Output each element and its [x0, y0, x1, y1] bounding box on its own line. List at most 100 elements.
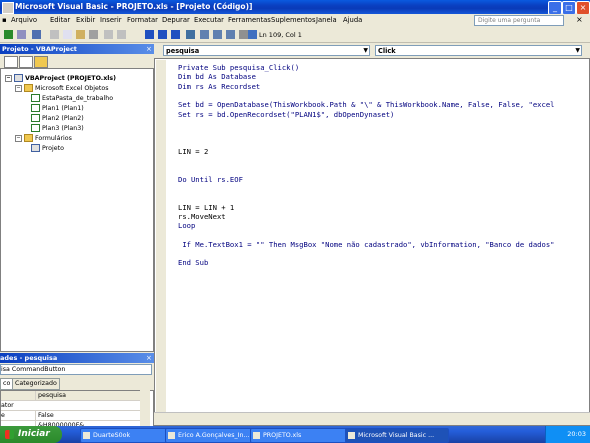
- folder-icon: [83, 432, 90, 439]
- properties-grid: pesquisa ator eFalse &H8000000F&: [0, 390, 154, 430]
- properties-close-icon[interactable]: ×: [146, 353, 154, 363]
- break-icon[interactable]: [158, 30, 167, 39]
- task-item[interactable]: DuarteS0ok: [80, 428, 174, 443]
- code-line[interactable]: LIN = 2: [178, 147, 208, 156]
- code-line[interactable]: rs.MoveNext: [178, 212, 226, 221]
- userform-icon: [31, 144, 40, 152]
- toolbox-icon[interactable]: [239, 30, 248, 39]
- property-row[interactable]: pesquisa: [1, 391, 143, 401]
- menu-editar[interactable]: Editar: [50, 16, 70, 24]
- chevron-down-icon: ▼: [363, 47, 368, 54]
- code-line[interactable]: Dim rs As Recordset: [178, 82, 260, 91]
- procedure-combo[interactable]: Click ▼: [375, 45, 582, 56]
- code-line[interactable]: Set rs = bd.OpenRecordset("PLAN1$", dbOp…: [178, 110, 394, 119]
- task-item-active[interactable]: Microsoft Visual Basic ...: [345, 428, 449, 443]
- vbaproject-icon: [14, 74, 23, 82]
- tree-root[interactable]: − VBAProject (PROJETO.xls): [5, 74, 116, 82]
- menu-exibir[interactable]: Exibir: [76, 16, 95, 24]
- folder-icon: [24, 84, 33, 92]
- chevron-down-icon: ▼: [575, 47, 580, 54]
- project-panel-title: Projeto - VBAProject: [0, 44, 154, 54]
- project-close-icon[interactable]: ×: [146, 44, 154, 54]
- task-item[interactable]: PROJETO.xls: [250, 428, 354, 443]
- start-button[interactable]: Iniciar: [0, 426, 62, 443]
- menu-ferramentas[interactable]: Ferramentas: [228, 16, 271, 24]
- tree-item-projeto-form[interactable]: Projeto: [31, 144, 64, 152]
- menu-ajuda[interactable]: Ajuda: [343, 16, 362, 24]
- properties-panel-title: ades - pesquisa: [0, 353, 154, 363]
- windows-logo-icon: [5, 430, 14, 439]
- menu-formatar[interactable]: Formatar: [127, 16, 158, 24]
- property-row[interactable]: ator: [1, 401, 143, 411]
- vb-app-icon: [2, 2, 14, 14]
- run-icon[interactable]: [145, 30, 154, 39]
- property-row[interactable]: e False: [1, 411, 143, 421]
- excel-icon: [253, 432, 260, 439]
- toggle-folders-icon[interactable]: [34, 56, 48, 68]
- view-code-icon[interactable]: [4, 56, 18, 68]
- code-line[interactable]: If Me.TextBox1 = "" Then MsgBox "Nome nã…: [178, 240, 554, 249]
- code-margin: [156, 60, 166, 412]
- code-line[interactable]: Dim bd As Database: [178, 72, 256, 81]
- find-icon[interactable]: [89, 30, 98, 39]
- code-line[interactable]: End Sub: [178, 258, 208, 267]
- excel-view-icon[interactable]: [4, 30, 13, 39]
- tree-item-plan2[interactable]: Plan2 (Plan2): [31, 114, 84, 122]
- design-mode-icon[interactable]: [186, 30, 195, 39]
- ask-question-input[interactable]: Digite uma pergunta: [474, 15, 564, 26]
- help-icon[interactable]: [248, 30, 257, 39]
- sheet-icon: [31, 124, 40, 132]
- menu-janela[interactable]: Janela: [316, 16, 337, 24]
- tab-categorized[interactable]: Categorizado: [12, 378, 60, 390]
- object-combo[interactable]: pesquisa ▼: [163, 45, 370, 56]
- menu-inserir[interactable]: Inserir: [100, 16, 122, 24]
- folder-icon: [24, 134, 33, 142]
- document-icon: [168, 432, 175, 439]
- maximize-icon[interactable]: □: [562, 1, 576, 15]
- insert-userform-icon[interactable]: [17, 30, 26, 39]
- properties-window-icon[interactable]: [213, 30, 222, 39]
- system-tray-clock: 20:03: [545, 426, 590, 443]
- code-line[interactable]: Set bd = OpenDatabase(ThisWorkbook.Path …: [178, 100, 554, 109]
- menu-suplementos[interactable]: Suplementos: [271, 16, 315, 24]
- minimize-icon[interactable]: _: [548, 1, 562, 15]
- copy-icon[interactable]: [63, 30, 72, 39]
- view-object-icon[interactable]: [19, 56, 33, 68]
- tree-folder-forms[interactable]: − Formulários: [15, 134, 72, 142]
- reset-icon[interactable]: [171, 30, 180, 39]
- close-icon[interactable]: ×: [576, 1, 590, 15]
- code-line[interactable]: Private Sub pesquisa_Click(): [178, 63, 299, 72]
- project-explorer-icon[interactable]: [200, 30, 209, 39]
- tree-item-plan1[interactable]: Plan1 (Plan1): [31, 104, 84, 112]
- redo-icon[interactable]: [117, 30, 126, 39]
- tree-item-estapasta[interactable]: EstaPasta_de_trabalho: [31, 94, 113, 102]
- save-icon[interactable]: [32, 30, 41, 39]
- project-toolbar: [0, 54, 154, 68]
- window-title: Microsoft Visual Basic - PROJETO.xls - […: [15, 2, 253, 11]
- tree-folder-excel-objects[interactable]: − Microsoft Excel Objetos: [15, 84, 109, 92]
- vb-icon: [348, 432, 355, 439]
- menu-arquivo[interactable]: Arquivo: [11, 16, 37, 24]
- menu-executar[interactable]: Executar: [194, 16, 224, 24]
- menu-depurar[interactable]: Depurar: [162, 16, 190, 24]
- properties-scrollbar[interactable]: [140, 390, 150, 430]
- menu-icon[interactable]: ▪: [2, 16, 7, 24]
- sheet-icon: [31, 114, 40, 122]
- title-bar: Microsoft Visual Basic - PROJETO.xls - […: [0, 0, 590, 15]
- object-browser-icon[interactable]: [226, 30, 235, 39]
- project-tree: − VBAProject (PROJETO.xls) − Microsoft Exc…: [0, 68, 154, 352]
- code-line[interactable]: Loop: [178, 221, 195, 230]
- cursor-position: Ln 109, Col 1: [259, 31, 302, 39]
- properties-tabs: co Categorizado: [0, 377, 154, 390]
- mdi-close-icon[interactable]: ×: [576, 15, 583, 24]
- task-item[interactable]: Erico A.Gonçalves_In...: [165, 428, 259, 443]
- code-horizontal-scrollbar[interactable]: [154, 412, 590, 425]
- workbook-icon: [31, 94, 40, 102]
- code-line[interactable]: LIN = LIN + 1: [178, 203, 234, 212]
- cut-icon[interactable]: [50, 30, 59, 39]
- tree-item-plan3[interactable]: Plan3 (Plan3): [31, 124, 84, 132]
- paste-icon[interactable]: [76, 30, 85, 39]
- undo-icon[interactable]: [104, 30, 113, 39]
- code-line[interactable]: Do Until rs.EOF: [178, 175, 243, 184]
- properties-object-select[interactable]: isa CommandButton: [0, 364, 152, 375]
